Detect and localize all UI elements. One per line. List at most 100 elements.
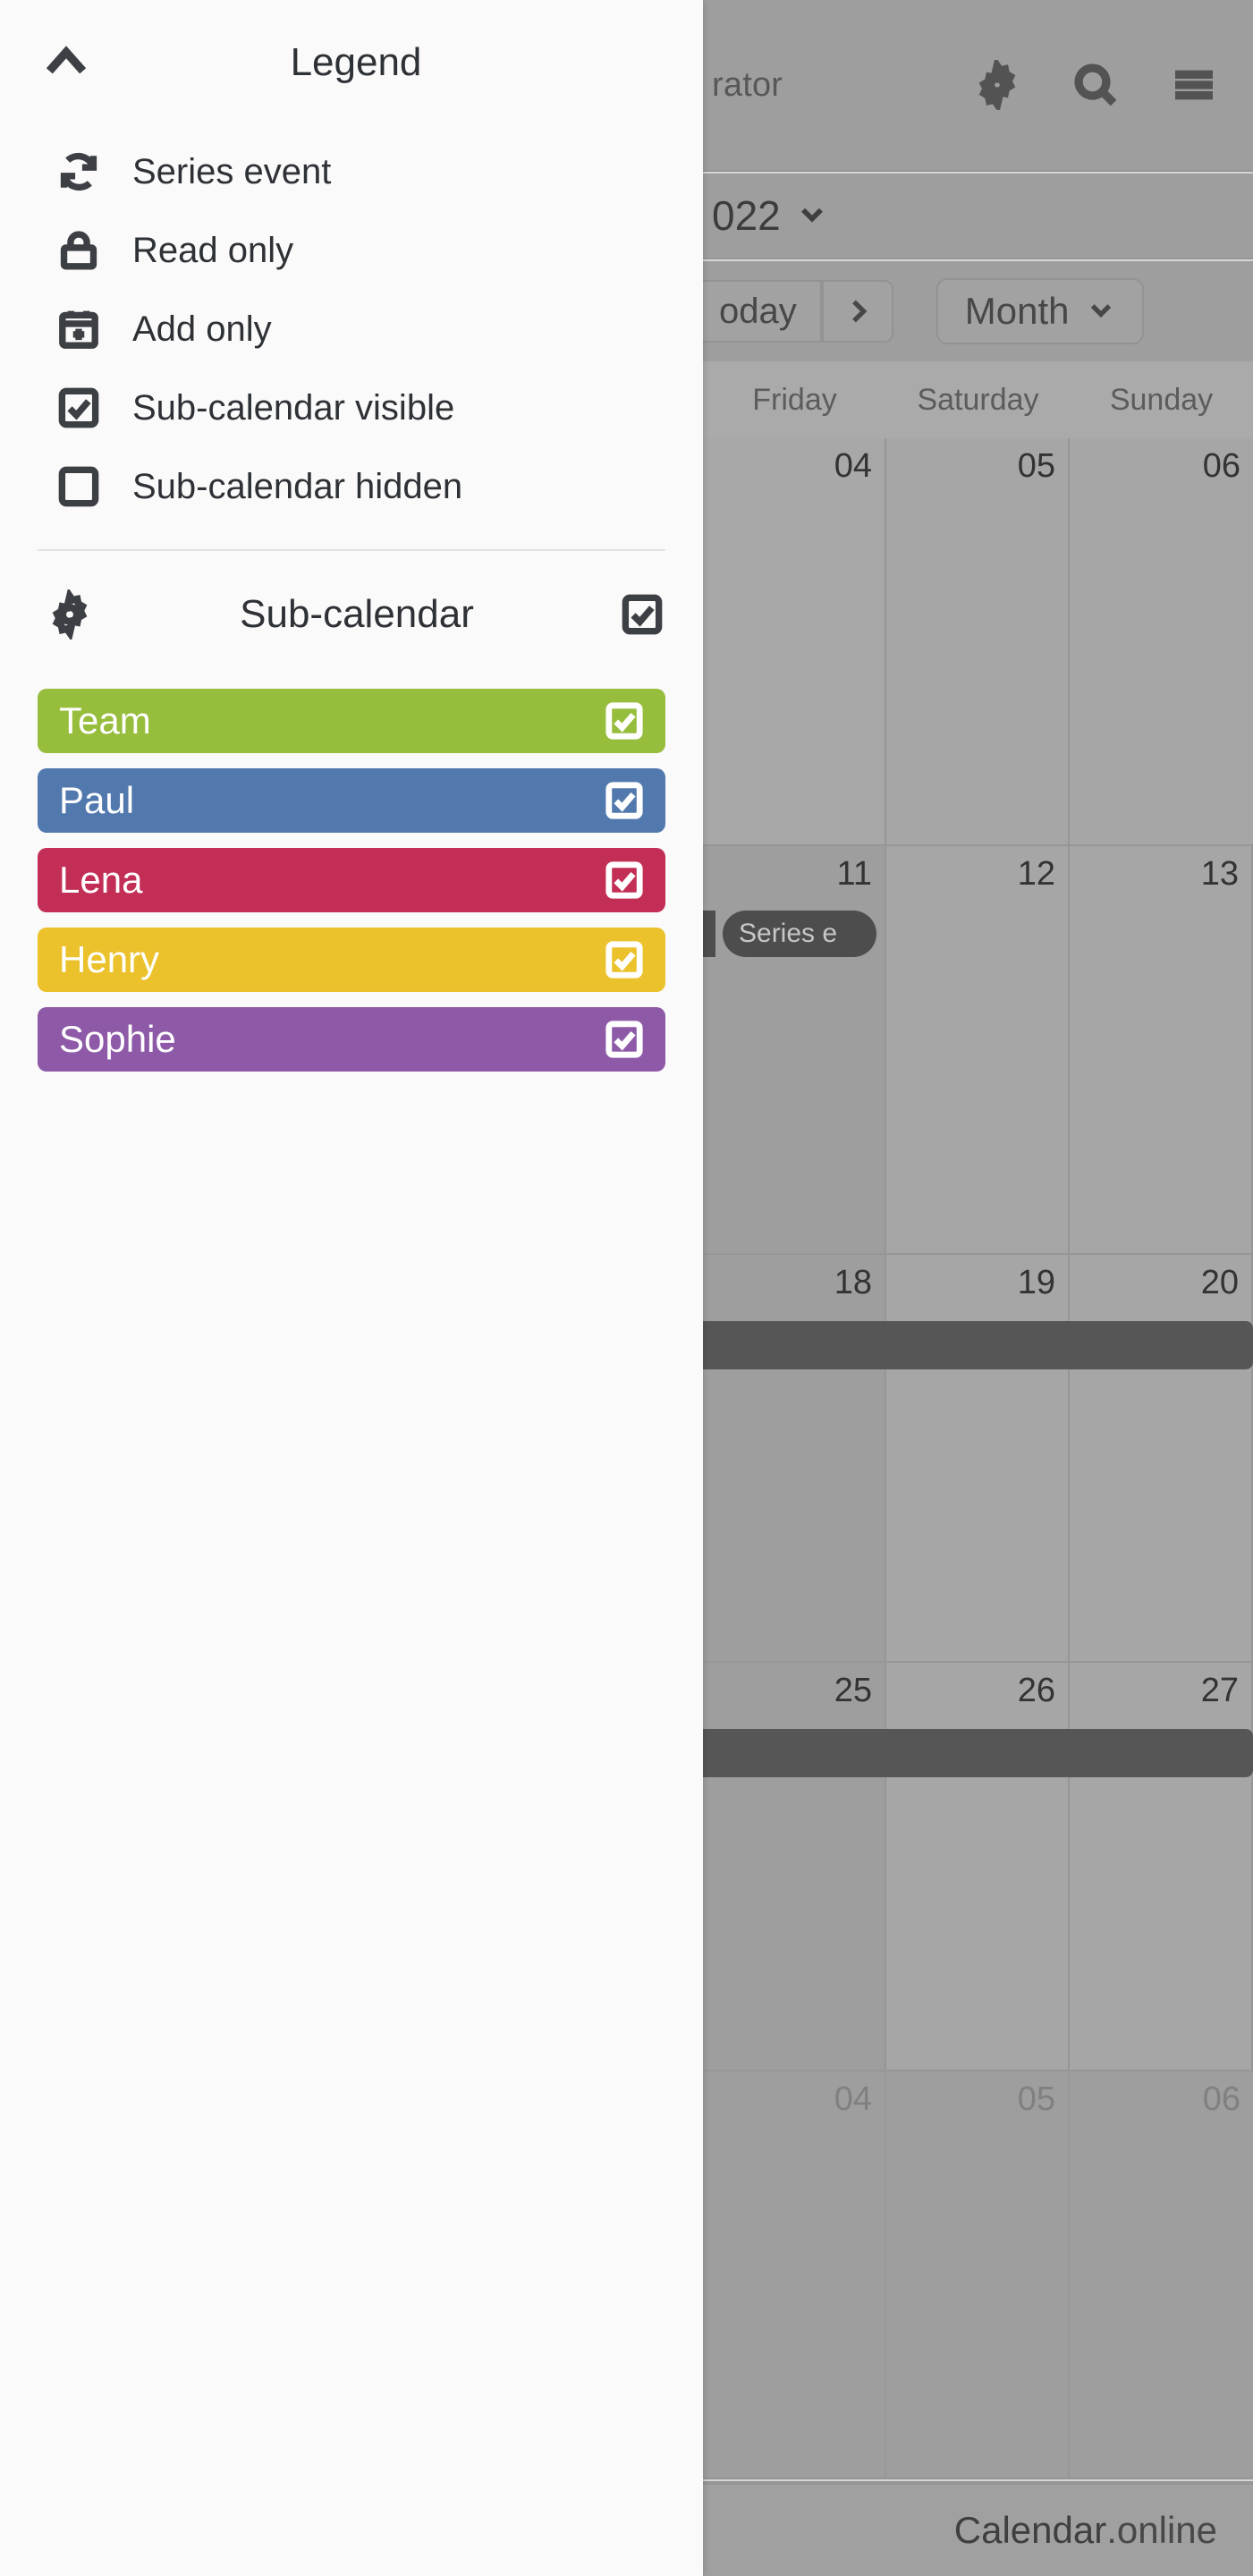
week-row: 18 19 20 (685, 1254, 1253, 1664)
hamburger-menu-icon[interactable] (1169, 60, 1219, 110)
day-number: 26 (1017, 1672, 1055, 1710)
legend-item-subcalendar-visible: Sub-calendar visible (55, 369, 703, 447)
event-bar-multiday[interactable] (685, 1729, 1253, 1778)
view-selector[interactable]: Month (936, 278, 1145, 344)
chevron-down-icon (797, 199, 827, 233)
legend-item-label: Sub-calendar visible (132, 387, 455, 428)
legend-item-list: Series event Read only Add only Sub-cale… (0, 132, 703, 526)
app-root: rator 022 oday Month Friday Saturday Sun… (0, 0, 1253, 2576)
subcalendar-chip-team[interactable]: Team (38, 689, 665, 753)
day-number: 19 (1017, 1263, 1055, 1301)
legend-item-label: Read only (132, 230, 294, 270)
chevron-down-icon (1087, 290, 1115, 333)
next-period-button[interactable] (821, 280, 893, 343)
legend-item-add-only: Add only (55, 290, 703, 369)
calendar-toolbar: oday Month (694, 261, 1253, 361)
calendar-topbar: rator (703, 0, 1253, 172)
subcalendar-chip-sophie[interactable]: Sophie (38, 1007, 665, 1072)
current-date-selector[interactable]: 022 (703, 174, 1253, 259)
gear-icon[interactable] (45, 587, 95, 642)
day-number: 06 (1202, 447, 1240, 485)
legend-panel-header: Legend (0, 20, 703, 106)
day-number: 18 (834, 1263, 872, 1301)
today-button[interactable]: oday (694, 280, 822, 343)
day-cell[interactable]: 18 (703, 1254, 886, 1662)
subcalendar-section-title: Sub-calendar (240, 592, 474, 636)
page-title: Legend (290, 40, 422, 84)
subcalendar-chip-lena[interactable]: Lena (38, 848, 665, 912)
checkbox-unchecked-icon (55, 463, 102, 510)
day-number: 27 (1200, 1672, 1239, 1710)
legend-item-subcalendar-hidden: Sub-calendar hidden (55, 447, 703, 526)
day-cell[interactable]: 06 (1070, 438, 1253, 845)
legend-item-label: Series event (132, 151, 332, 191)
app-title: rator (712, 65, 783, 104)
day-cell[interactable]: 04 (703, 2071, 886, 2478)
subcalendar-section-header: Sub-calendar (0, 565, 703, 664)
legend-item-series-event: Series event (55, 132, 703, 211)
day-number: 05 (1017, 447, 1055, 485)
day-cell[interactable]: 12 (886, 846, 1070, 1253)
day-cell[interactable]: 04 (703, 438, 886, 845)
day-number: 20 (1200, 1263, 1239, 1301)
subcalendar-list: Team Paul Lena Henry Sophie (0, 689, 703, 1072)
view-selector-label: Month (964, 290, 1070, 332)
legend-item-label: Add only (132, 309, 272, 349)
day-cell[interactable]: 06 (1070, 2071, 1253, 2478)
day-number: 13 (1200, 855, 1239, 894)
subcalendar-chip-paul[interactable]: Paul (38, 768, 665, 833)
checkbox-checked-icon[interactable] (603, 938, 646, 981)
calendar-grid: 04 05 06 11 12 13 Series e 18 19 20 25 2… (680, 438, 1253, 2479)
weekday-header: Saturday (917, 382, 1039, 417)
day-number: 06 (1202, 2080, 1240, 2118)
day-cell[interactable]: 11 (703, 846, 886, 1253)
day-cell[interactable]: 20 (1070, 1254, 1253, 1662)
series-event-icon (55, 148, 102, 195)
subcalendar-name: Team (59, 699, 151, 741)
subcalendar-name: Paul (59, 779, 135, 821)
weekday-header: Sunday (1109, 382, 1214, 417)
day-cell[interactable]: 05 (886, 2071, 1070, 2478)
day-cell[interactable]: 13 (1070, 846, 1253, 1253)
week-row: 11 12 13 Series e (680, 846, 1253, 1255)
week-row: 25 26 27 (685, 1663, 1253, 2072)
footer-brand: Calendar .online (703, 2481, 1253, 2576)
weekday-header: Friday (752, 382, 837, 417)
day-number: 04 (834, 447, 872, 485)
week-row: 04 05 06 (703, 438, 1253, 847)
legend-item-read-only: Read only (55, 211, 703, 290)
current-date-label: 022 (712, 192, 781, 239)
subcalendar-name: Sophie (59, 1018, 176, 1060)
weekday-header-row: Friday Saturday Sunday (703, 361, 1253, 438)
search-icon[interactable] (1071, 60, 1121, 110)
brand-tld[interactable]: .online (1106, 2509, 1217, 2552)
subcalendar-select-all-checkbox[interactable] (619, 591, 665, 638)
checkbox-checked-icon[interactable] (603, 699, 646, 742)
day-cell[interactable]: 26 (886, 1663, 1070, 2070)
checkbox-checked-icon[interactable] (603, 859, 646, 902)
week-row: 04 05 06 (703, 2071, 1253, 2479)
subcalendar-name: Lena (59, 859, 143, 901)
gear-icon[interactable] (972, 56, 1022, 114)
checkbox-checked-icon[interactable] (603, 779, 646, 822)
nav-button-group: oday (694, 280, 893, 343)
day-cell[interactable]: 25 (703, 1663, 886, 2070)
lock-icon (55, 227, 102, 274)
event-bar-multiday[interactable] (685, 1320, 1253, 1369)
day-cell[interactable]: 19 (886, 1254, 1070, 1662)
subcalendar-chip-henry[interactable]: Henry (38, 928, 665, 992)
checkbox-checked-icon (55, 385, 102, 431)
checkbox-checked-icon[interactable] (603, 1018, 646, 1061)
legend-panel: Legend Series event Read only Add only S… (0, 0, 703, 2576)
legend-item-label: Sub-calendar hidden (132, 466, 463, 506)
chevron-up-icon[interactable] (38, 34, 95, 91)
event-pill-series[interactable]: Series e (723, 911, 876, 958)
brand-name: Calendar (953, 2509, 1107, 2551)
day-number: 04 (834, 2080, 872, 2118)
day-number: 05 (1017, 2080, 1055, 2118)
day-cell[interactable]: 27 (1070, 1663, 1253, 2070)
day-number: 12 (1017, 855, 1055, 894)
section-divider (38, 549, 665, 551)
day-cell[interactable]: 05 (886, 438, 1070, 845)
subcalendar-name: Henry (59, 938, 160, 980)
